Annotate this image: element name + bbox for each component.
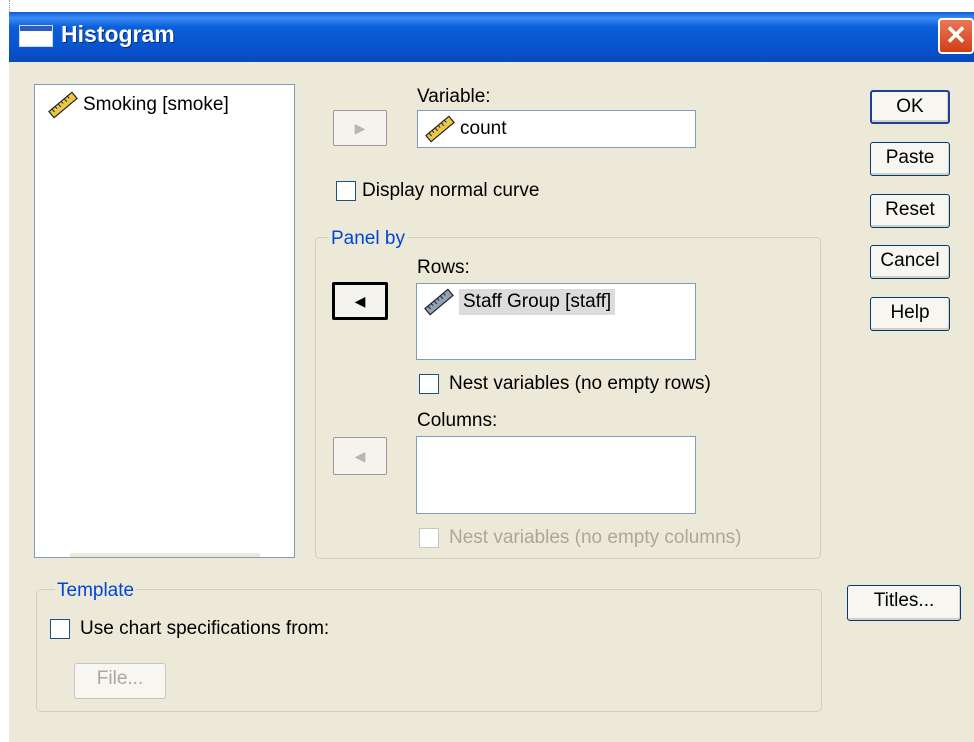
arrow-left-icon: ◀ [354, 448, 366, 464]
list-item-label: Staff Group [staff] [459, 289, 616, 315]
paste-button[interactable]: Paste [870, 142, 950, 176]
variable-field[interactable]: count [417, 110, 696, 148]
variable-value: count [424, 115, 506, 143]
window-title: Histogram [61, 21, 175, 47]
rows-label: Rows: [417, 257, 470, 278]
file-button[interactable]: File... [74, 663, 166, 699]
rows-list[interactable]: Staff Group [staff] [416, 283, 696, 360]
template-title: Template [55, 580, 137, 602]
scale-ruler-icon [424, 115, 456, 143]
normal-curve-checkbox[interactable] [336, 181, 356, 201]
close-icon: ✕ [945, 20, 967, 50]
normal-curve-label: Display normal curve [362, 180, 540, 201]
use-chart-spec-checkbox[interactable] [50, 619, 70, 639]
scale-ruler-icon [47, 91, 79, 119]
variable-value-text: count [460, 118, 507, 139]
panel-by-title: Panel by [329, 228, 407, 250]
nest-rows-checkbox[interactable] [419, 374, 439, 394]
title-bar[interactable]: Histogram ✕ [9, 12, 974, 62]
use-chart-spec-label: Use chart specifications from: [80, 618, 330, 639]
scale-ruler-icon [423, 288, 455, 316]
move-to-columns-button[interactable]: ◀ [333, 437, 387, 475]
columns-list[interactable] [416, 436, 696, 514]
variable-label: Variable: [417, 86, 491, 107]
source-variable-list[interactable]: Smoking [smoke] [34, 84, 295, 558]
nest-columns-label: Nest variables (no empty columns) [449, 527, 742, 548]
help-button[interactable]: Help [870, 297, 950, 331]
titles-button[interactable]: Titles... [847, 585, 961, 621]
list-item-label: Smoking [smoke] [83, 94, 229, 115]
arrow-left-icon: ◀ [354, 293, 366, 309]
reset-button[interactable]: Reset [870, 194, 950, 228]
arrow-right-icon: ▶ [354, 120, 366, 136]
cancel-button[interactable]: Cancel [870, 245, 950, 279]
list-item[interactable]: Smoking [smoke] [47, 91, 229, 119]
ok-button[interactable]: OK [870, 90, 950, 124]
nest-rows-label: Nest variables (no empty rows) [449, 373, 711, 394]
histogram-dialog: Histogram ✕ Smoking [smoke] ▶ Variable: … [9, 12, 974, 742]
list-scroll-strip [70, 553, 260, 557]
nest-columns-checkbox[interactable] [419, 528, 439, 548]
close-button[interactable]: ✕ [938, 18, 974, 54]
move-to-rows-button[interactable]: ◀ [332, 282, 388, 320]
move-to-variable-button[interactable]: ▶ [333, 110, 387, 146]
list-item[interactable]: Staff Group [staff] [423, 288, 616, 316]
window-icon [19, 25, 53, 47]
columns-label: Columns: [417, 410, 498, 431]
